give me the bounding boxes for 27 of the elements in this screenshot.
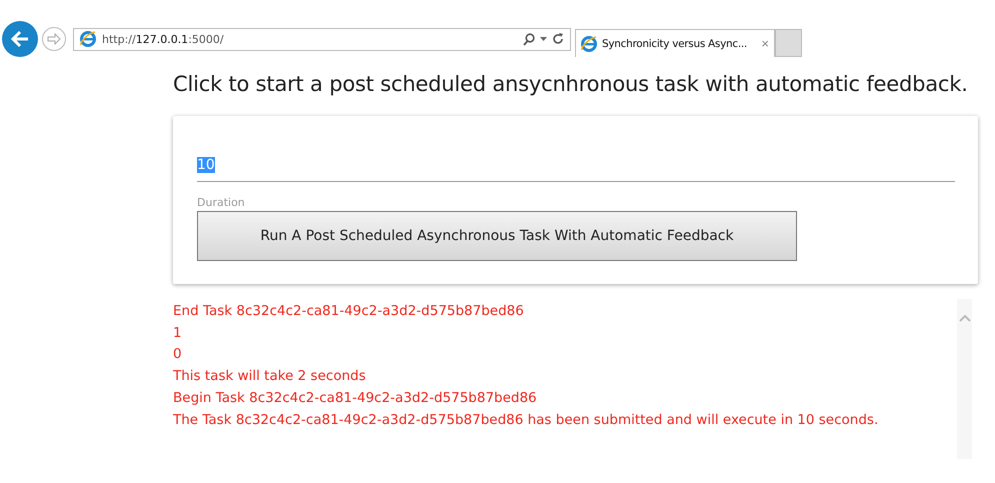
scroll-up-icon[interactable] (958, 315, 970, 322)
log-line: End Task 8c32c4c2-ca81-49c2-a3d2-d575b87bed86 (173, 302, 525, 321)
forward-button[interactable] (42, 27, 66, 51)
log-line: 1 (173, 324, 183, 343)
dropdown-icon[interactable] (540, 37, 547, 41)
tab-close-button[interactable]: × (761, 36, 769, 51)
browser-tab[interactable]: Synchronicity versus Async... × (575, 29, 775, 57)
run-task-button[interactable]: Run A Post Scheduled Asynchronous Task With Automatic Feedback (197, 211, 797, 261)
log-line: The Task 8c32c4c2-ca81-49c2-a3d2-d575b87bed86 has been submitted and will execute in 10 seconds. (173, 410, 880, 430)
forward-arrow-icon (47, 33, 61, 45)
field-label: Duration (197, 196, 246, 209)
scrollbar[interactable] (957, 299, 972, 459)
log-line: This task will take 2 seconds (173, 367, 367, 386)
back-arrow-icon (10, 30, 30, 48)
new-tab-button[interactable] (775, 29, 802, 57)
address-url: http://127.0.0.1:5000/ (102, 32, 225, 46)
refresh-icon[interactable] (552, 33, 564, 45)
search-icon (523, 32, 535, 46)
tab-title: Synchronicity versus Async... (602, 38, 748, 50)
browser-logo-icon (79, 30, 97, 48)
browser-logo-icon (580, 34, 598, 52)
back-button[interactable] (2, 21, 38, 57)
page-heading: Click to start a post scheduled ansycnhronous task with automatic feedback. (173, 72, 969, 96)
log-line: 0 (173, 345, 183, 364)
field-value: 10 (197, 157, 215, 173)
log-line: Begin Task 8c32c4c2-ca81-49c2-a3d2-d575b87bed86 (173, 388, 538, 408)
address-bar[interactable]: http://127.0.0.1:5000/ (73, 28, 571, 50)
